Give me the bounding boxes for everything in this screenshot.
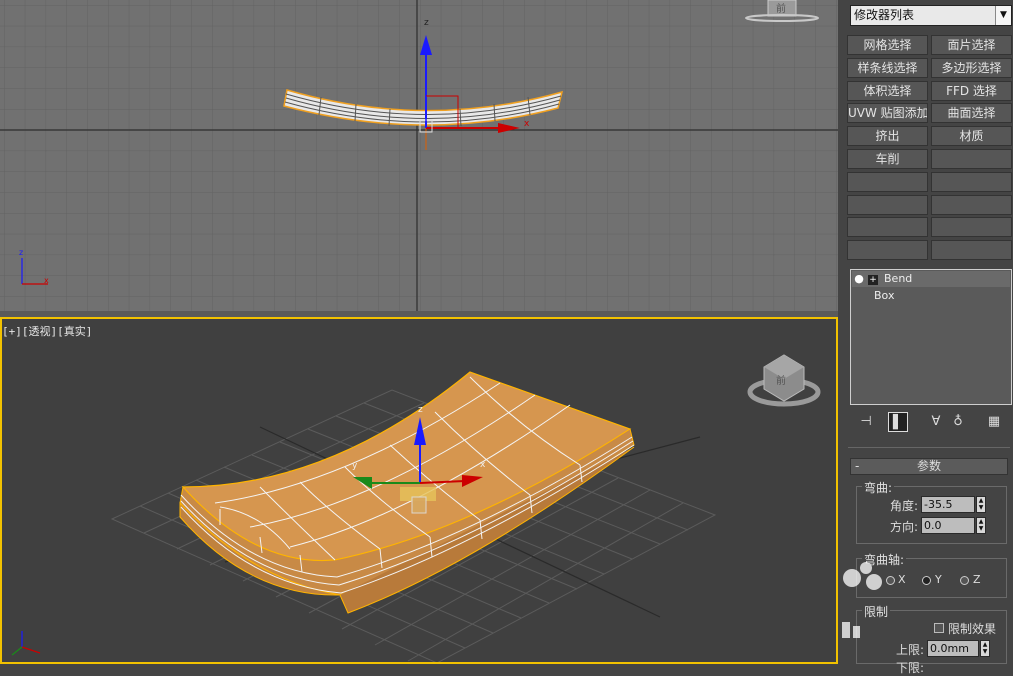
bend-axis-group-label: 弯曲轴: — [862, 551, 907, 568]
front-viewport[interactable]: z x z x 前 — [0, 0, 838, 311]
viewport-menu-plus[interactable]: [+] — [2, 325, 22, 338]
divider — [848, 447, 1010, 448]
modifier-stack[interactable]: ● + Bend Box — [850, 269, 1012, 405]
upper-limit-spinner[interactable]: ▲ ▼ — [980, 640, 990, 657]
modifier-button[interactable] — [847, 240, 928, 261]
modifier-button[interactable]: 材质 — [931, 126, 1012, 147]
modifier-button[interactable] — [931, 171, 1012, 192]
perspective-viewport[interactable]: [+][透视][真实] z y x 前 — [0, 317, 838, 664]
modifier-button[interactable]: FFD 选择 — [931, 80, 1012, 101]
axis-y-label: Y — [935, 573, 942, 586]
upper-limit-input[interactable]: 0.0mm — [927, 640, 979, 657]
modifier-button[interactable]: 多边形选择 — [931, 57, 1012, 78]
persp-gizmo-z-label: z — [418, 405, 423, 415]
modifier-button[interactable] — [847, 194, 928, 215]
limit-effect-checkbox[interactable] — [934, 623, 944, 633]
front-viewport-canvas — [0, 0, 838, 311]
modifier-button[interactable]: 挤出 — [847, 126, 928, 147]
front-corner-z-label: z — [19, 248, 24, 257]
parameters-rollout-header[interactable]: - 参数 — [850, 458, 1008, 475]
modifier-button[interactable]: UVW 贴图添加 — [847, 103, 928, 124]
axis-x-radio[interactable] — [886, 576, 895, 585]
upper-limit-label: 上限: — [896, 643, 925, 657]
modifier-button[interactable] — [847, 171, 928, 192]
make-unique-icon[interactable]: ∀ — [926, 412, 946, 432]
limit-effect-label: 限制效果 — [948, 622, 997, 636]
angle-input[interactable]: -35.5 — [921, 496, 975, 513]
direction-label: 方向: — [890, 520, 919, 534]
viewport-label: [+][透视][真实] — [2, 323, 92, 339]
modifier-button[interactable]: 面片选择 — [931, 35, 1012, 55]
modifier-button[interactable]: 网格选择 — [847, 35, 928, 55]
angle-spinner[interactable]: ▲ ▼ — [976, 496, 986, 513]
persp-gizmo-x-label: x — [480, 460, 486, 470]
modifier-button[interactable] — [847, 217, 928, 238]
persp-gizmo-y-label: y — [352, 461, 358, 471]
axis-z-radio[interactable] — [960, 576, 969, 585]
direction-input[interactable]: 0.0 — [921, 517, 975, 534]
show-end-result-icon[interactable]: ▌ — [888, 412, 908, 432]
modifier-button[interactable] — [931, 240, 1012, 261]
view-cube-persp-label[interactable]: 前 — [776, 372, 786, 387]
axis-y-radio[interactable] — [922, 576, 931, 585]
front-gizmo-z-label: z — [424, 18, 429, 28]
modifier-button[interactable] — [931, 149, 1012, 169]
modifier-button[interactable]: 车削 — [847, 149, 928, 169]
lightbulb-icon[interactable]: ● — [852, 271, 866, 287]
view-cube-front-label[interactable]: 前 — [776, 0, 786, 15]
stack-item-bend[interactable]: ● + Bend — [852, 271, 1010, 287]
pin-stack-icon[interactable]: ⊣ — [856, 412, 876, 432]
stack-item-box[interactable]: Box — [852, 288, 894, 304]
rollout-title: 参数 — [916, 459, 941, 473]
modifier-list-value: 修改器列表 — [854, 8, 915, 22]
modifier-button[interactable]: 体积选择 — [847, 80, 928, 101]
viewport-menu-view[interactable]: [透视] — [22, 325, 57, 338]
modifier-button[interactable] — [931, 194, 1012, 215]
front-corner-x-label: x — [44, 276, 49, 285]
axis-z-label: Z — [973, 573, 981, 586]
bend-group-label: 弯曲: — [862, 479, 895, 496]
front-gizmo-x-label: x — [524, 119, 530, 129]
expand-icon[interactable]: + — [868, 275, 878, 285]
modifier-button[interactable]: 曲面选择 — [931, 103, 1012, 124]
perspective-viewport-canvas — [11, 354, 821, 664]
lower-limit-label: 下限: — [896, 661, 925, 675]
angle-label: 角度: — [890, 499, 919, 513]
direction-spinner[interactable]: ▲ ▼ — [976, 517, 986, 534]
modifier-button[interactable] — [931, 217, 1012, 238]
command-panel: 修改器列表 ▼ 网格选择 面片选择 样条线选择 多边形选择 体积选择 FFD 选择 UVW … — [842, 0, 1013, 675]
viewport-menu-shading[interactable]: [真实] — [57, 325, 92, 338]
modifier-button[interactable]: 样条线选择 — [847, 57, 928, 78]
chevron-down-icon[interactable]: ▼ — [995, 6, 1011, 25]
limits-group-label: 限制 — [862, 603, 891, 620]
axis-x-label: X — [898, 573, 906, 586]
modifier-list-dropdown[interactable]: 修改器列表 ▼ — [850, 5, 1012, 26]
remove-modifier-icon[interactable]: ♁ — [948, 412, 968, 432]
configure-sets-icon[interactable]: ▦ — [984, 412, 1004, 432]
